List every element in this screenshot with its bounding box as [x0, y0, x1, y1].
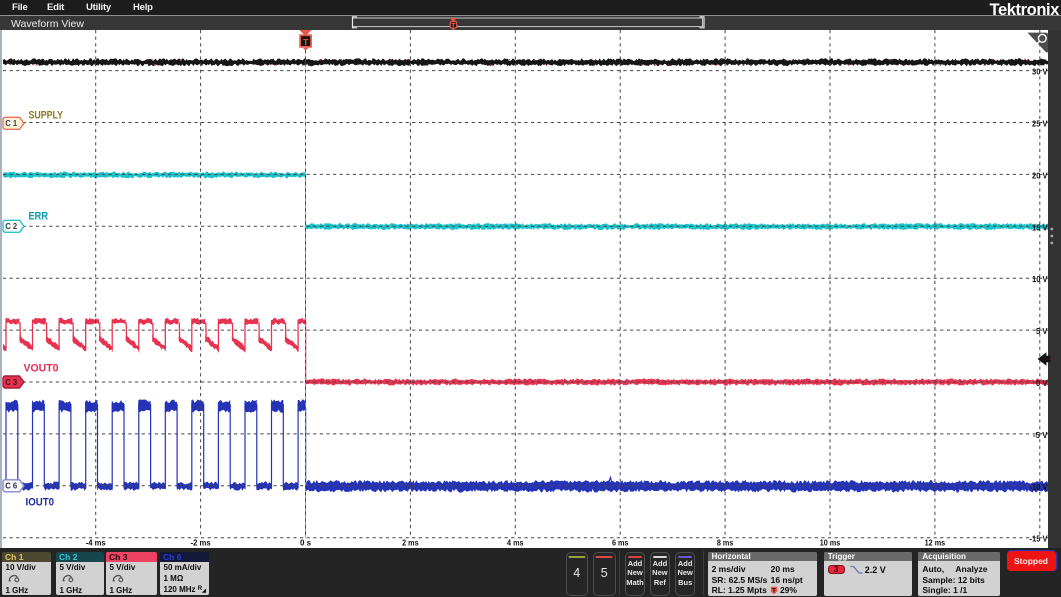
svg-text:IOUT0: IOUT0 [26, 497, 55, 509]
svg-text:15 V: 15 V [1032, 222, 1048, 232]
svg-text:8 ms: 8 ms [717, 538, 734, 548]
svg-text:5 V: 5 V [1036, 326, 1048, 336]
svg-text:C 6: C 6 [5, 482, 18, 491]
svg-text:C 1: C 1 [5, 119, 18, 128]
svg-text:VOUT0: VOUT0 [24, 363, 59, 375]
svg-text:6 ms: 6 ms [612, 538, 629, 548]
svg-text:C 3: C 3 [5, 378, 18, 387]
svg-text:SUPPLY: SUPPLY [29, 110, 64, 122]
svg-text:20 V: 20 V [1032, 170, 1048, 180]
svg-text:25 V: 25 V [1032, 119, 1048, 129]
svg-text:0 V: 0 V [1036, 378, 1048, 388]
svg-text:10 V: 10 V [1032, 274, 1048, 284]
svg-text:2 ms: 2 ms [402, 538, 419, 548]
svg-text:ERR: ERR [29, 211, 49, 223]
svg-text:-10 V: -10 V [1030, 482, 1048, 492]
svg-text:-2 ms: -2 ms [191, 538, 211, 548]
svg-text:12 ms: 12 ms [925, 538, 946, 548]
svg-text:-5 V: -5 V [1033, 430, 1048, 440]
svg-text:4 ms: 4 ms [507, 538, 524, 548]
svg-text:10 ms: 10 ms [820, 538, 841, 548]
svg-text:C 2: C 2 [5, 222, 18, 231]
svg-text:0 s: 0 s [300, 538, 311, 548]
svg-text:-4 ms: -4 ms [86, 538, 106, 548]
svg-text:-15 V: -15 V [1030, 534, 1048, 544]
svg-text:30 V: 30 V [1032, 67, 1048, 77]
svg-text:T: T [303, 37, 309, 47]
